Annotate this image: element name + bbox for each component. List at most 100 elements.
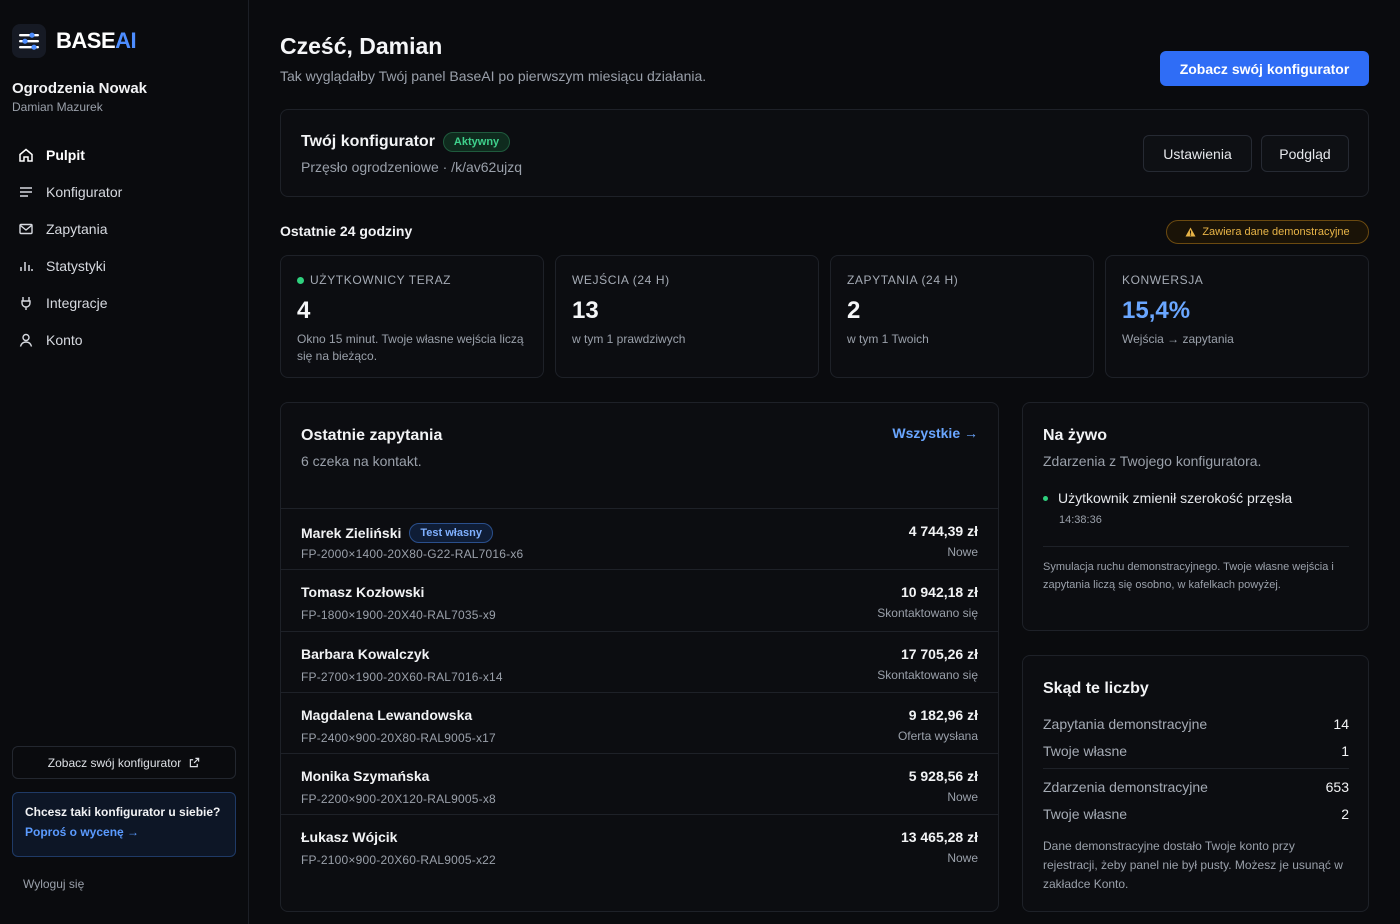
page-subtitle: Tak wyglądałby Twój panel BaseAI po pier… [280,68,707,84]
promo-title: Chcesz taki konfigurator u siebie? [25,805,221,819]
brand-logo[interactable]: BASEAI [12,24,137,58]
event-dot-icon [1043,495,1048,501]
request-code: FP-2200×900-20X120-RAL9005-x8 [301,792,496,807]
requests-list: Marek Zieliński Test własny FP-2000×1400-… [281,508,998,876]
company-name: Ogrodzenia Nowak [12,80,148,97]
request-status: Nowe [947,851,978,866]
sidebar-item-konto[interactable]: Konto [12,321,237,358]
account-info: Ogrodzenia Nowak Damian Mazurek [12,80,147,114]
live-dot-icon [297,276,304,284]
status-badge: Aktywny [442,132,511,152]
preview-button[interactable]: Podgląd [1261,135,1349,172]
sidebar-item-statystyki[interactable]: Statystyki [12,247,237,284]
kpi-card-conversion: KONWERSJA 15,4% Wejścia → zapytania [1105,255,1369,378]
home-icon [19,148,33,162]
kpi-label: UŻYTKOWNICY TERAZ [297,273,451,287]
request-name: Magdalena Lewandowska [301,706,473,723]
logout-link[interactable]: Wyloguj się [23,877,84,891]
settings-button[interactable]: Ustawienia [1143,135,1252,172]
sidebar-item-konfigurator[interactable]: Konfigurator [12,173,237,210]
request-amount: 9 182,96 zł [908,706,978,723]
request-status: Oferta wysłana [897,728,978,743]
request-name: Marek Zieliński Test własny [301,523,493,543]
kpi-value: 13 [572,297,599,324]
sidebar: BASEAI Ogrodzenia Nowak Damian Mazurek P… [0,0,249,924]
live-event-time: 14:38:36 [1059,514,1102,526]
kpi-card-requests: ZAPYTANIA (24 H) 2 w tym 1 Twoich [830,255,1094,378]
table-row[interactable]: Tomasz Kozłowski FP-1800×1900-20X40-RAL7… [281,569,998,630]
request-amount: 10 942,18 zł [900,584,978,601]
main-nav: Pulpit Konfigurator Zapytania Statystyki… [12,136,237,358]
live-title: Na żywo [1043,427,1108,444]
configurator-subtitle: Przęsło ogrodzeniowe · /k/av62ujzq [301,159,523,175]
request-code: FP-2100×900-20X60-RAL9005-x22 [301,853,496,868]
request-status: Nowe [947,790,978,805]
request-name: Monika Szymańska [301,768,430,785]
request-status: Skontaktowano się [877,606,978,621]
request-amount: 13 465,28 zł [900,829,978,846]
kpi-card-users-now: UŻYTKOWNICY TERAZ 4 Okno 15 minut. Twoje… [280,255,544,378]
source-row: Twoje własne 1 [1043,743,1349,759]
request-quote-link[interactable]: Poproś o wycenę → [25,825,223,839]
sources-note: Dane demonstracyjne dostało Twoje konto … [1043,839,1343,891]
sidebar-item-label: Statystyki [46,257,106,274]
live-events-card: Na żywo Zdarzenia z Twojego konfigurator… [1022,402,1369,631]
sidebar-item-label: Integracje [46,294,108,311]
external-link-icon [189,757,200,768]
sidebar-item-label: Konfigurator [46,183,123,200]
open-configurator-button[interactable]: Zobacz swój konfigurator [1160,51,1369,86]
configurator-card: Twój konfigurator Aktywny Przęsło ogrodz… [280,109,1369,197]
request-status: Skontaktowano się [877,667,978,682]
plug-icon [21,296,31,310]
requests-subtitle: 6 czeka na kontakt. [301,453,422,469]
sliders-icon [12,24,46,58]
kpi-value: 2 [847,297,861,324]
live-event-text: Użytkownik zmienił szerokość przęsła [1058,490,1293,506]
kpi-card-visits: WEJŚCIA (24 H) 13 w tym 1 prawdziwych [555,255,819,378]
table-row[interactable]: Magdalena Lewandowska FP-2400×900-20X80-… [281,691,998,753]
request-name: Barbara Kowalczyk [301,645,430,662]
kpi-note: w tym 1 prawdziwych [572,332,686,346]
section-label: Ostatnie 24 godziny [280,223,413,239]
sidebar-item-label: Konto [46,331,83,348]
table-row[interactable]: Barbara Kowalczyk FP-2700×1900-20X60-RAL… [281,630,998,692]
demo-data-badge: Zawiera dane demonstracyjne [1166,220,1369,244]
kpi-note: Okno 15 minut. Twoje własne wejścia licz… [297,332,524,363]
kpi-label: WEJŚCIA (24 H) [572,273,670,287]
list-icon [20,186,32,197]
live-subtitle: Zdarzenia z Twojego konfiguratora. [1043,453,1262,469]
request-amount: 5 928,56 zł [908,768,978,785]
source-row: Twoje własne 2 [1043,806,1349,822]
sidebar-item-zapytania[interactable]: Zapytania [12,210,237,247]
demo-badge-label: Zawiera dane demonstracyjne [1202,226,1350,238]
request-amount: 17 705,26 zł [900,645,978,662]
sidebar-cta-label: Zobacz swój konfigurator [47,755,182,770]
view-all-requests-link[interactable]: Wszystkie → [892,425,978,441]
divider [1043,546,1349,547]
kpi-note: w tym 1 Twoich [847,332,929,346]
sidebar-item-integracje[interactable]: Integracje [12,284,237,321]
request-name: Łukasz Wójcik [301,829,398,846]
sidebar-item-label: Pulpit [46,146,85,163]
source-row: Zdarzenia demonstracyjne 653 [1043,779,1349,795]
user-icon [19,333,33,347]
recent-requests-card: Ostatnie zapytania 6 czeka na kontakt. W… [280,402,999,912]
source-row: Zapytania demonstracyjne 14 [1043,716,1349,732]
configurator-title-text: Twój konfigurator [301,133,435,150]
kpi-label: ZAPYTANIA (24 H) [847,273,959,287]
request-name: Tomasz Kozłowski [301,584,425,601]
request-code: FP-1800×1900-20X40-RAL7035-x9 [301,608,496,623]
table-row[interactable]: Monika Szymańska FP-2200×900-20X120-RAL9… [281,753,998,814]
request-code: FP-2700×1900-20X60-RAL7016-x14 [301,669,503,684]
table-row[interactable]: Marek Zieliński Test własny FP-2000×1400-… [281,508,998,569]
mail-icon [19,223,33,234]
table-row[interactable]: Łukasz Wójcik FP-2100×900-20X60-RAL9005-… [281,814,998,875]
request-amount: 4 744,39 zł [908,523,978,539]
requests-title: Ostatnie zapytania [301,427,443,444]
request-code: FP-2400×900-20X80-RAL9005-x17 [301,730,496,745]
sidebar-configurator-button[interactable]: Zobacz swój konfigurator [12,746,236,779]
sidebar-item-pulpit[interactable]: Pulpit [12,136,237,173]
bar-chart-icon [20,261,33,271]
live-event: Użytkownik zmienił szerokość przęsła [1043,490,1292,506]
divider [1043,768,1349,769]
